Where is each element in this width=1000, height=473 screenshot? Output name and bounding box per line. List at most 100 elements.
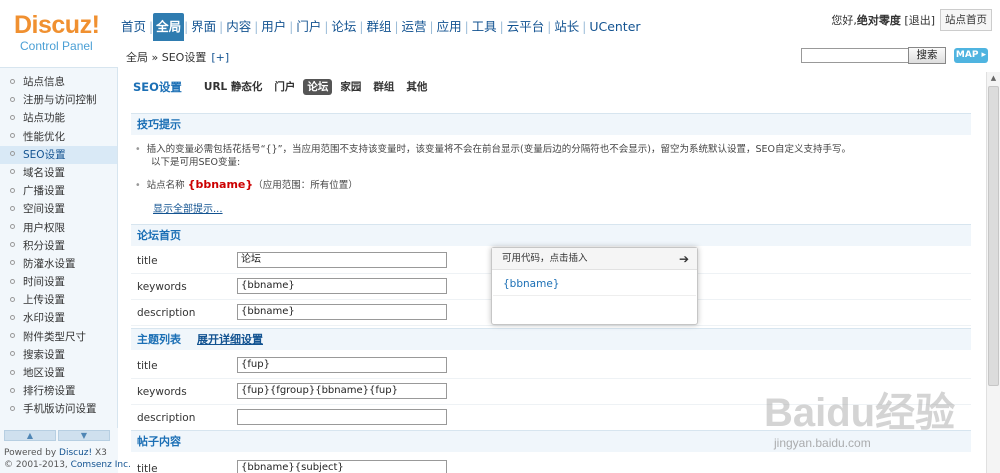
nav-cloud[interactable]: 云平台 [504, 13, 548, 41]
sub-bar: 全局 » SEO设置 [+] 搜索 MAP ▸ [118, 44, 1000, 68]
sidebar-item-upload[interactable]: 上传设置 [0, 291, 117, 309]
scroll-down-icon[interactable]: ▼ [58, 430, 110, 441]
comsenz-link[interactable]: Comsenz Inc. [71, 460, 131, 470]
watermark-logo: Baidu经验 [764, 391, 956, 435]
form-row: title {fup} [131, 353, 971, 379]
sidebar-item-label: 搜索设置 [23, 348, 65, 361]
scroll-up-arrow-icon[interactable]: ▲ [987, 72, 1000, 85]
tab-group[interactable]: 群组 [369, 79, 398, 95]
page-title: SEO设置 [133, 80, 182, 94]
field-label: keywords [137, 386, 187, 398]
seo-tabs: SEO设置 URL 静态化 门户 论坛 家园 群组 其他 [133, 78, 435, 96]
bullet-icon [10, 205, 15, 211]
sidebar-item-label: 广播设置 [23, 185, 65, 198]
discuz-link[interactable]: Discuz! [59, 448, 92, 458]
arrow-right-icon[interactable]: ➔ [679, 248, 689, 270]
sidebar-item-label: 站点信息 [23, 76, 65, 88]
nav-home[interactable]: 首页 [118, 13, 149, 41]
sidebar-item-search[interactable]: 搜索设置 [0, 346, 117, 364]
tab-other[interactable]: 其他 [402, 79, 431, 95]
site-name-scope: （应用范围：所有位置） [253, 180, 358, 191]
sidebar-item-site-features[interactable]: 站点功能 [0, 109, 117, 127]
nav-webmaster[interactable]: 站长 [551, 13, 582, 41]
sidebar-item-seo[interactable]: SEO设置 [0, 145, 117, 164]
sidebar-item-site-info[interactable]: 站点信息 [0, 73, 117, 91]
nav-content[interactable]: 内容 [223, 13, 254, 41]
nav-ucenter[interactable]: UCenter [586, 13, 643, 41]
search-button[interactable]: 搜索 [908, 47, 946, 64]
bullet-icon [10, 78, 15, 84]
nav-interface[interactable]: 界面 [188, 13, 219, 41]
sidebar-item-anti-spam[interactable]: 防灌水设置 [0, 255, 117, 273]
sidebar-item-label: 用户权限 [23, 221, 65, 234]
discuz-logo[interactable]: Discuz! Control Panel [14, 12, 114, 56]
thread-description-input[interactable] [237, 409, 447, 425]
logout-link[interactable]: [退出] [904, 14, 935, 27]
sidebar-item-register-access[interactable]: 注册与访问控制 [0, 91, 117, 109]
forum-index-header-text: 论坛首页 [137, 229, 181, 242]
copyright-prefix: © 2001-2013, [4, 460, 71, 470]
bullet-icon [10, 187, 15, 193]
sidebar-item-ranking[interactable]: 排行榜设置 [0, 382, 117, 400]
sidebar-item-performance[interactable]: 性能优化 [0, 128, 117, 146]
sidebar-item-label: 性能优化 [23, 130, 65, 143]
sidebar-item-domain[interactable]: 域名设置 [0, 164, 117, 182]
powered-by: Powered by Discuz! X3 © 2001-2013, Comse… [4, 447, 131, 471]
forum-description-input[interactable]: {bbname} [237, 304, 447, 320]
bullet-icon [10, 260, 15, 266]
scroll-up-icon[interactable]: ▲ [4, 430, 56, 441]
sidebar-item-watermark[interactable]: 水印设置 [0, 309, 117, 327]
show-all-tips-link[interactable]: 显示全部提示... [153, 200, 223, 215]
sidebar-item-space[interactable]: 空间设置 [0, 200, 117, 218]
site-home-button[interactable]: 站点首页 [940, 9, 992, 31]
nav-tools[interactable]: 工具 [469, 13, 500, 41]
nav-portal[interactable]: 门户 [293, 13, 324, 41]
thread-keywords-input[interactable]: {fup}{fgroup}{bbname}{fup} [237, 383, 447, 399]
post-title-input[interactable]: {bbname}{subject} [237, 460, 447, 473]
tips-header-text: 技巧提示 [137, 118, 181, 131]
nav-groups[interactable]: 群组 [363, 13, 394, 41]
site-name-variable: {bbname} [187, 178, 254, 191]
bullet-icon [10, 405, 15, 411]
sidebar-item-user-permissions[interactable]: 用户权限 [0, 219, 117, 237]
forum-title-input[interactable]: 论坛 [237, 252, 447, 268]
bullet-icon [10, 169, 15, 175]
sidebar-item-time[interactable]: 时间设置 [0, 273, 117, 291]
tab-forum[interactable]: 论坛 [303, 79, 333, 95]
sidebar-item-label: 手机版访问设置 [23, 403, 97, 416]
sidebar-item-label: 地区设置 [23, 367, 65, 379]
search-input[interactable] [801, 48, 923, 63]
field-label: title [137, 360, 158, 372]
user-box: 您好,绝对零度 [退出] [831, 14, 935, 28]
top-nav: 首页 | 全局 | 界面 | 内容 | 用户 | 门户 | 论坛 | 群组 | 运营 | 应用 | … [118, 13, 644, 41]
sidebar-item-attachment-types[interactable]: 附件类型尺寸 [0, 328, 117, 346]
tab-portal[interactable]: 门户 [270, 79, 299, 95]
sidebar-item-broadcast[interactable]: 广播设置 [0, 182, 117, 200]
forum-keywords-input[interactable]: {bbname} [237, 278, 447, 294]
expand-details-link[interactable]: 展开详细设置 [197, 333, 263, 346]
sidebar-item-region[interactable]: 地区设置 [0, 364, 117, 382]
field-label: description [137, 307, 196, 319]
add-shortcut-link[interactable]: [+] [211, 51, 229, 64]
watermark-url: jingyan.baidu.com [774, 436, 871, 450]
insert-code-popup: 可用代码，点击插入 ➔ {bbname} [491, 247, 698, 325]
sidebar-item-label: 域名设置 [23, 166, 65, 179]
sidebar-item-credits[interactable]: 积分设置 [0, 237, 117, 255]
insert-code-bbname[interactable]: {bbname} [492, 270, 697, 290]
scrollbar-thumb[interactable] [988, 86, 999, 386]
nav-forum[interactable]: 论坛 [328, 13, 359, 41]
tab-home[interactable]: 家园 [336, 79, 365, 95]
scrollbar[interactable]: ▲ [986, 72, 1000, 473]
map-button[interactable]: MAP ▸ [954, 48, 988, 63]
thread-title-input[interactable]: {fup} [237, 357, 447, 373]
sidebar-item-label: 附件类型尺寸 [23, 330, 86, 343]
tab-url-rewrite[interactable]: URL 静态化 [200, 79, 266, 95]
field-label: keywords [137, 281, 187, 293]
nav-users[interactable]: 用户 [258, 13, 289, 41]
bullet-icon [10, 351, 15, 357]
nav-operations[interactable]: 运营 [399, 13, 430, 41]
nav-global[interactable]: 全局 [153, 13, 185, 41]
bullet-icon [10, 96, 15, 102]
nav-apps[interactable]: 应用 [434, 13, 465, 41]
sidebar-item-mobile-access[interactable]: 手机版访问设置 [0, 400, 117, 418]
